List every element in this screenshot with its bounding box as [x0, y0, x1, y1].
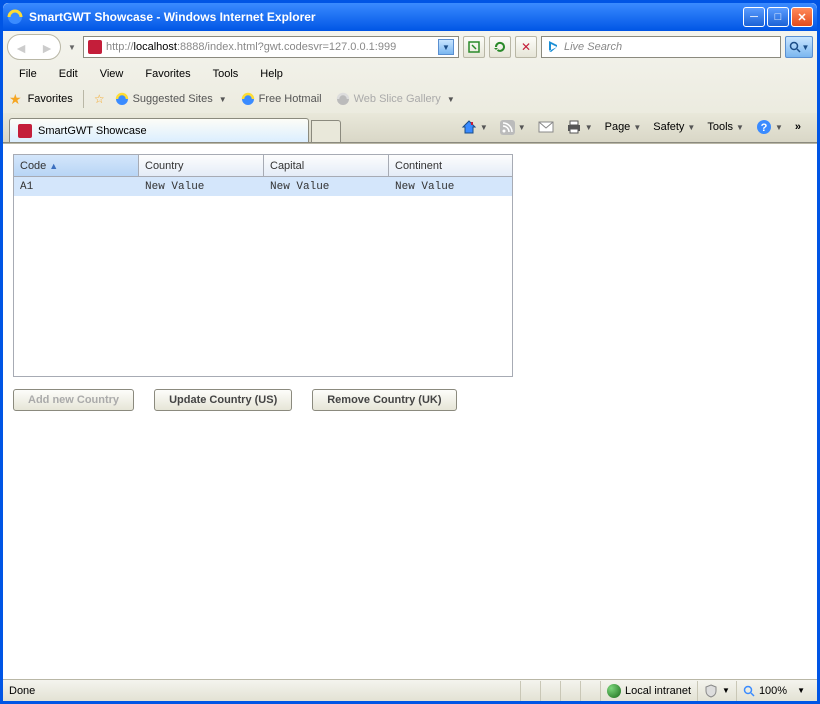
tab-favicon [18, 124, 32, 138]
column-code[interactable]: Code▲ [14, 155, 139, 176]
nav-history-dropdown[interactable]: ▼ [65, 34, 79, 60]
bing-icon [546, 40, 560, 54]
address-url: http://localhost:8888/index.html?gwt.cod… [106, 41, 434, 53]
address-bar[interactable]: http://localhost:8888/index.html?gwt.cod… [83, 36, 459, 58]
search-placeholder: Live Search [564, 41, 776, 53]
favorites-bar: ★ Favorites ☆ Suggested Sites▼ Free Hotm… [3, 85, 817, 113]
grid-body: A1 New Value New Value New Value [14, 177, 512, 377]
home-icon [461, 119, 477, 135]
add-country-button: Add new Country [13, 389, 134, 411]
new-tab-button[interactable] [311, 120, 341, 142]
stop-button[interactable]: ✕ [515, 36, 537, 58]
tab-title: SmartGWT Showcase [38, 125, 147, 137]
menu-edit[interactable]: Edit [49, 66, 88, 82]
globe-icon [607, 684, 621, 698]
sort-asc-icon: ▲ [49, 161, 58, 171]
tab-bar: SmartGWT Showcase ▼ ▼ ▼ P [3, 113, 817, 143]
forward-button[interactable]: ► [34, 35, 60, 60]
ie-small-icon-gray [336, 92, 350, 106]
grid-header: Code▲ Country Capital Continent [14, 155, 512, 177]
favorites-label[interactable]: Favorites [28, 93, 73, 105]
remove-country-button[interactable]: Remove Country (UK) [312, 389, 456, 411]
country-grid[interactable]: Code▲ Country Capital Continent A1 New V… [13, 154, 513, 377]
back-button[interactable]: ◄ [8, 35, 34, 60]
status-text: Done [9, 685, 520, 697]
close-button[interactable]: ✕ [791, 7, 813, 27]
nav-buttons: ◄ ► [7, 34, 61, 60]
compat-view-button[interactable] [463, 36, 485, 58]
help-icon: ? [756, 119, 772, 135]
column-country[interactable]: Country [139, 155, 264, 176]
page-menu[interactable]: Page▼ [601, 119, 646, 135]
menu-help[interactable]: Help [250, 66, 293, 82]
maximize-button[interactable]: □ [767, 7, 789, 27]
shield-icon [704, 684, 718, 698]
search-box[interactable]: Live Search [541, 36, 781, 58]
read-mail-button[interactable] [534, 119, 558, 135]
print-button[interactable]: ▼ [562, 118, 597, 136]
cell-country: New Value [139, 177, 264, 196]
protected-mode[interactable]: ▼ [697, 681, 736, 701]
safety-menu[interactable]: Safety▼ [649, 119, 699, 135]
refresh-button[interactable] [489, 36, 511, 58]
menu-favorites[interactable]: Favorites [135, 66, 200, 82]
favorites-star-icon[interactable]: ★ [9, 91, 22, 108]
search-button[interactable]: ▼ [785, 36, 813, 58]
window-titlebar: SmartGWT Showcase - Windows Internet Exp… [3, 3, 817, 31]
security-zone[interactable]: Local intranet [600, 681, 697, 701]
web-slice-gallery-link[interactable]: Web Slice Gallery▼ [332, 90, 459, 108]
menu-tools[interactable]: Tools [203, 66, 249, 82]
menu-bar: File Edit View Favorites Tools Help [3, 63, 817, 85]
column-capital[interactable]: Capital [264, 155, 389, 176]
mail-icon [538, 121, 554, 133]
minimize-button[interactable]: ─ [743, 7, 765, 27]
site-favicon [88, 40, 102, 54]
update-country-button[interactable]: Update Country (US) [154, 389, 292, 411]
column-continent[interactable]: Continent [389, 155, 511, 176]
table-row[interactable]: A1 New Value New Value New Value [14, 177, 512, 196]
svg-text:?: ? [761, 122, 768, 134]
zoom-level[interactable]: 100% ▼ [736, 681, 811, 701]
ie-small-icon [115, 92, 129, 106]
home-button[interactable]: ▼ [457, 117, 492, 137]
rss-icon [500, 120, 515, 135]
ie-icon [7, 9, 23, 25]
feeds-button[interactable]: ▼ [496, 118, 530, 137]
toolbar-overflow[interactable]: » [791, 121, 805, 133]
cell-continent: New Value [389, 177, 511, 196]
window-title: SmartGWT Showcase - Windows Internet Exp… [29, 10, 743, 24]
tab-smartgwt[interactable]: SmartGWT Showcase [9, 118, 309, 142]
menu-view[interactable]: View [90, 66, 134, 82]
add-favorite-icon[interactable]: ☆ [94, 92, 105, 106]
free-hotmail-link[interactable]: Free Hotmail [237, 90, 326, 108]
print-icon [566, 120, 582, 134]
ie-small-icon [241, 92, 255, 106]
cell-capital: New Value [264, 177, 389, 196]
tools-menu[interactable]: Tools▼ [703, 119, 748, 135]
cell-code: A1 [14, 177, 139, 196]
page-content: Code▲ Country Capital Continent A1 New V… [3, 144, 817, 679]
help-button[interactable]: ? ▼ [752, 117, 787, 137]
zoom-icon [743, 685, 755, 697]
menu-file[interactable]: File [9, 66, 47, 82]
suggested-sites-link[interactable]: Suggested Sites▼ [111, 90, 231, 108]
status-bar: Done Local intranet ▼ 100% ▼ [3, 679, 817, 701]
address-dropdown[interactable]: ▼ [438, 39, 454, 55]
